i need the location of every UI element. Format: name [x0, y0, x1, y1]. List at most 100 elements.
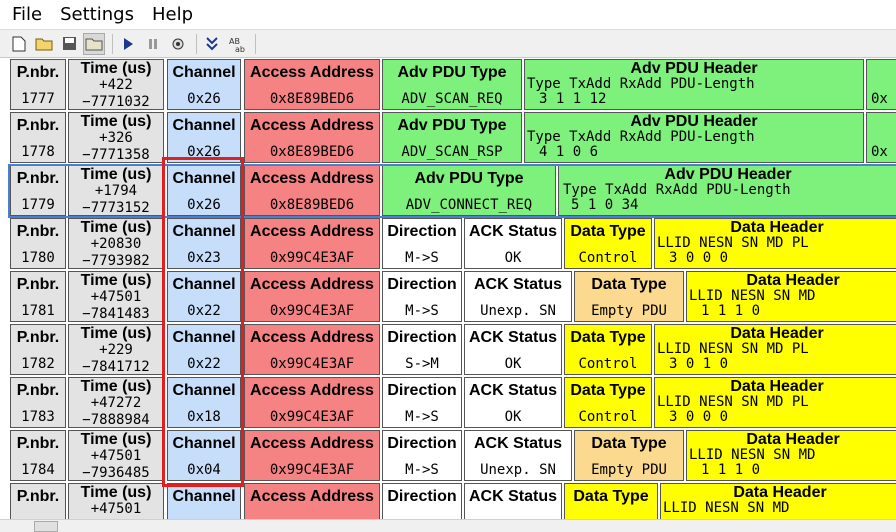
time-cell[interactable]: Time (us) +47501 −7841483 — [68, 271, 164, 322]
channel-cell[interactable]: Channel 0x26 — [167, 165, 241, 216]
data-type-cell[interactable]: Data Type Empty PDU — [574, 271, 684, 322]
adv-pdu-header-cell[interactable]: Adv PDU Header Type TxAdd RxAdd PDU-Lengt… — [524, 112, 864, 163]
direction-cell[interactable]: Direction M->S — [382, 430, 462, 481]
data-header-cell[interactable]: Data Header LLID NESN SN MD PL 3 0 0 0 — [654, 218, 896, 269]
pause-icon[interactable] — [142, 33, 164, 55]
data-header-cell[interactable]: Data Header LLID NESN SN MD 1 1 1 0 — [686, 271, 896, 322]
channel-cell-header: Channel — [172, 64, 236, 81]
adv-pdu-type-cell[interactable]: Adv PDU Type ADV_SCAN_REQ — [382, 59, 522, 110]
channel-cell[interactable]: Channel 0x22 — [167, 271, 241, 322]
direction-cell[interactable]: Direction S->M — [382, 324, 462, 375]
packet-row[interactable]: P.nbr. 1782 Time (us) +229 −7841712 Channel 0x… — [0, 324, 896, 377]
direction-cell[interactable]: Direction — [382, 483, 462, 519]
packet-number[interactable]: P.nbr. 1782 — [10, 324, 66, 375]
access-address-cell[interactable]: Access Address 0x8E89BED6 — [244, 112, 380, 163]
time-cell[interactable]: Time (us) +422 −7771032 — [68, 59, 164, 110]
direction-cell[interactable]: Direction M->S — [382, 377, 462, 428]
adv-pdu-type-cell[interactable]: Adv PDU Type ADV_SCAN_RSP — [382, 112, 522, 163]
data-type-cell[interactable]: Data Type Control — [564, 377, 652, 428]
new-file-icon[interactable] — [8, 33, 30, 55]
menu-settings[interactable]: Settings — [54, 0, 140, 29]
menu-help[interactable]: Help — [146, 0, 199, 29]
packet-number[interactable]: P.nbr. 1778 — [10, 112, 66, 163]
access-address-cell[interactable]: Access Address 0x8E89BED6 — [244, 165, 380, 216]
channel-cell[interactable]: Channel 0x26 — [167, 59, 241, 110]
packet-number[interactable]: P.nbr. 1784 — [10, 430, 66, 481]
data-type-cell[interactable]: Data Type Control — [564, 218, 652, 269]
packet-row[interactable]: P.nbr. 1783 Time (us) +47272 −7888984 Channel… — [0, 377, 896, 430]
packet-row[interactable]: P.nbr. 1781 Time (us) +47501 −7841483 Channel… — [0, 271, 896, 324]
ack-status-cell-header: ACK Status — [468, 223, 557, 240]
channel-cell[interactable]: Channel — [167, 483, 241, 519]
extra-cell[interactable]: 0x — [866, 112, 896, 163]
time-cell-value-2: −7793982 — [82, 253, 150, 269]
channel-cell[interactable]: Channel 0x18 — [167, 377, 241, 428]
data-header-cell[interactable]: Data Header LLID NESN SN MD — [660, 483, 896, 519]
text-ab-icon[interactable]: AB ab — [226, 33, 248, 55]
access-address-cell[interactable]: Access Address 0x99C4E3AF — [244, 377, 380, 428]
access-address-cell[interactable]: Access Address 0x99C4E3AF — [244, 271, 380, 322]
access-address-cell[interactable]: Access Address 0x8E89BED6 — [244, 59, 380, 110]
open-folder-icon[interactable] — [33, 33, 55, 55]
ack-status-cell-header: ACK Status — [468, 382, 557, 399]
save-icon[interactable] — [58, 33, 80, 55]
packet-number[interactable]: P.nbr. 1777 — [10, 59, 66, 110]
data-header-values: 3 0 1 0 — [669, 356, 729, 372]
packet-row[interactable]: P.nbr. 1777 Time (us) +422 −7771032 Channel 0x… — [0, 59, 896, 112]
open-dir-icon[interactable] — [83, 32, 105, 55]
packet-number[interactable]: P.nbr. 1781 — [10, 271, 66, 322]
ack-status-cell[interactable]: ACK Status OK — [464, 324, 562, 375]
data-type-cell[interactable]: Data Type — [564, 483, 658, 519]
packet-row[interactable]: P.nbr. Time (us) +47501 Channel Access Addre… — [0, 483, 896, 519]
ack-status-cell[interactable]: ACK Status Unexp. SN — [464, 430, 572, 481]
time-cell[interactable]: Time (us) +47272 −7888984 — [68, 377, 164, 428]
time-cell-value: +47501 — [90, 501, 142, 517]
adv-pdu-type-cell[interactable]: Adv PDU Type ADV_CONNECT_REQ — [382, 165, 556, 216]
data-header-cell[interactable]: Data Header LLID NESN SN MD PL 3 0 0 0 — [654, 377, 896, 428]
data-type-cell[interactable]: Data Type Control — [564, 324, 652, 375]
play-icon[interactable] — [117, 33, 139, 55]
packet-row[interactable]: P.nbr. 1784 Time (us) +47501 −7936485 Channel… — [0, 430, 896, 483]
channel-cell[interactable]: Channel 0x23 — [167, 218, 241, 269]
channel-cell[interactable]: Channel 0x26 — [167, 112, 241, 163]
packet-number-value: 1780 — [21, 249, 55, 266]
extra-cell[interactable]: 0x — [866, 59, 896, 110]
adv-pdu-header-cell[interactable]: Adv PDU Header Type TxAdd RxAdd PDU-Lengt… — [524, 59, 864, 110]
horizontal-scrollbar[interactable] — [0, 519, 896, 532]
access-address-cell[interactable]: Access Address 0x99C4E3AF — [244, 218, 380, 269]
time-cell[interactable]: Time (us) +326 −7771358 — [68, 112, 164, 163]
direction-cell[interactable]: Direction M->S — [382, 271, 462, 322]
adv-pdu-type-cell-header: Adv PDU Type — [397, 64, 507, 81]
access-address-cell[interactable]: Access Address 0x99C4E3AF — [244, 324, 380, 375]
packet-row[interactable]: P.nbr. 1779 Time (us) +1794 −7773152 Channel 0… — [0, 164, 896, 218]
settings-icon[interactable] — [167, 33, 189, 55]
menu-file[interactable]: File — [6, 0, 48, 29]
time-cell[interactable]: Time (us) +47501 −7936485 — [68, 430, 164, 481]
packet-number[interactable]: P.nbr. — [10, 483, 66, 519]
packet-number[interactable]: P.nbr. 1779 — [10, 165, 66, 216]
time-cell[interactable]: Time (us) +47501 — [68, 483, 164, 519]
packet-row[interactable]: P.nbr. 1778 Time (us) +326 −7771358 Channel 0x… — [0, 112, 896, 165]
access-address-cell[interactable]: Access Address — [244, 483, 380, 519]
direction-cell[interactable]: Direction M->S — [382, 218, 462, 269]
ack-status-cell[interactable]: ACK Status Unexp. SN — [464, 271, 572, 322]
ack-status-cell[interactable]: ACK Status OK — [464, 218, 562, 269]
channel-cell[interactable]: Channel 0x04 — [167, 430, 241, 481]
packet-row[interactable]: P.nbr. 1780 Time (us) +20830 −7793982 Channel… — [0, 218, 896, 271]
data-type-cell[interactable]: Data Type Empty PDU — [574, 430, 684, 481]
channel-cell[interactable]: Channel 0x22 — [167, 324, 241, 375]
scrollbar-thumb[interactable] — [34, 521, 58, 532]
data-header-cell[interactable]: Data Header LLID NESN SN MD 1 1 1 0 — [686, 430, 896, 481]
scroll-down-icon[interactable] — [201, 33, 223, 55]
adv-pdu-header-cell[interactable]: Adv PDU Header Type TxAdd RxAdd PDU-Lengt… — [558, 165, 896, 216]
access-address-cell[interactable]: Access Address 0x99C4E3AF — [244, 430, 380, 481]
time-cell[interactable]: Time (us) +229 −7841712 — [68, 324, 164, 375]
packet-number[interactable]: P.nbr. 1780 — [10, 218, 66, 269]
packet-number[interactable]: P.nbr. 1783 — [10, 377, 66, 428]
ack-status-cell[interactable]: ACK Status — [464, 483, 562, 519]
ack-status-cell[interactable]: ACK Status OK — [464, 377, 562, 428]
direction-cell-header: Direction — [387, 488, 457, 505]
data-header-cell[interactable]: Data Header LLID NESN SN MD PL 3 0 1 0 — [654, 324, 896, 375]
time-cell[interactable]: Time (us) +20830 −7793982 — [68, 218, 164, 269]
time-cell[interactable]: Time (us) +1794 −7773152 — [68, 165, 164, 216]
